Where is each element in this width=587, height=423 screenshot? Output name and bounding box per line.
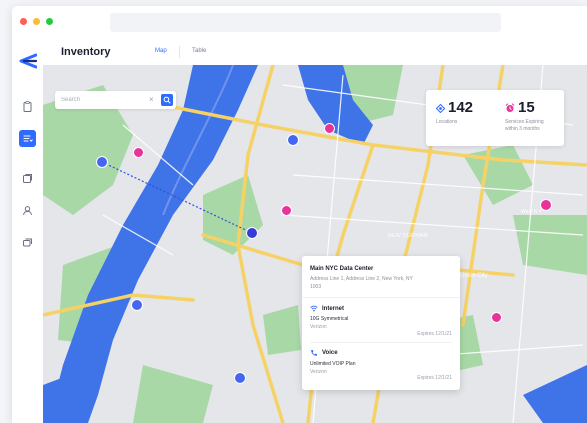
sidebar-item-clipboard[interactable]: [19, 98, 36, 115]
brand-chevron-logo[interactable]: [18, 52, 37, 69]
sidebar-item-users[interactable]: [19, 202, 36, 219]
service-plan: 10G Symmetrical: [310, 316, 349, 322]
phone-icon: [311, 350, 317, 356]
map-pin[interactable]: [281, 205, 292, 216]
list-icon: [23, 135, 33, 142]
tab-table[interactable]: Table: [192, 48, 206, 54]
map-pin[interactable]: [287, 134, 299, 146]
user-icon: [23, 206, 32, 216]
map-pin[interactable]: [540, 199, 552, 211]
map-label-new-durham: NEW DURHAM: [388, 233, 428, 239]
map-label-union-city: Union City: [460, 273, 488, 279]
map-search-box: ×: [55, 91, 176, 109]
sidebar-item-documents[interactable]: [19, 170, 36, 187]
expiring-count: 15: [518, 99, 535, 116]
service-plan: Unlimited VOIP Plan: [310, 361, 356, 367]
alarm-clock-icon: [505, 103, 515, 112]
card-divider: [302, 297, 460, 298]
minimize-window-button[interactable]: [33, 18, 40, 25]
browser-chrome: [12, 6, 587, 41]
service-divider: [310, 342, 452, 343]
locations-stat[interactable]: 142 Locations: [436, 100, 473, 126]
search-icon: [163, 96, 171, 104]
map-view[interactable]: NEW DURHAM Union City West N Y ×: [43, 65, 587, 423]
search-input[interactable]: [61, 94, 141, 106]
address-bar[interactable]: [110, 13, 501, 32]
location-address: Address Line 1, Address Line 2, New York…: [310, 276, 413, 290]
expiring-label: Services Expiring within 3 months: [505, 119, 544, 132]
page-title: Inventory: [61, 46, 111, 58]
app-window: Inventory Map Table NEW DURHAM Union Cit…: [12, 6, 587, 423]
search-button[interactable]: [161, 94, 173, 106]
map-pin-selected[interactable]: [246, 227, 258, 239]
service-type: Voice: [322, 350, 338, 356]
location-title: Main NYC Data Center: [310, 266, 374, 272]
documents-icon: [23, 174, 32, 183]
map-pin[interactable]: [96, 156, 108, 168]
locations-count: 142: [448, 99, 474, 116]
stats-panel: 142 Locations 15 Services Expiring withi…: [426, 90, 564, 146]
sidebar-item-chat[interactable]: [19, 234, 36, 251]
tab-map[interactable]: Map: [155, 48, 167, 54]
locations-label: Locations: [436, 119, 458, 125]
service-voice[interactable]: Voice Unlimited VOIP Plan Verizon Expire…: [310, 349, 452, 381]
map-pin[interactable]: [324, 123, 335, 134]
map-pin[interactable]: [234, 372, 246, 384]
page-header: Inventory Map Table: [43, 40, 587, 65]
map-label-west-ny: West N Y: [521, 209, 543, 215]
map-pin[interactable]: [491, 312, 502, 323]
service-internet[interactable]: Internet 10G Symmetrical Verizon Expires…: [310, 305, 452, 338]
wifi-icon: [310, 305, 318, 312]
tab-divider: [179, 46, 180, 58]
service-provider: Verizon: [310, 324, 327, 330]
map-pin[interactable]: [131, 299, 143, 311]
map-pin[interactable]: [133, 147, 144, 158]
close-window-button[interactable]: [20, 18, 27, 25]
service-expiry: Expires 12/1/21: [417, 375, 452, 381]
sidebar-item-list[interactable]: [19, 130, 36, 147]
service-expiry: Expires 12/1/21: [417, 331, 452, 337]
maximize-window-button[interactable]: [46, 18, 53, 25]
sidebar: [12, 40, 44, 423]
expiring-stat[interactable]: 15 Services Expiring within 3 months: [505, 100, 557, 133]
service-type: Internet: [322, 305, 345, 312]
location-detail-card: Main NYC Data Center Address Line 1, Add…: [302, 256, 460, 390]
location-target-icon: [436, 103, 445, 113]
clipboard-icon: [23, 101, 32, 112]
clear-search-button[interactable]: ×: [149, 94, 154, 106]
chat-icon: [23, 238, 32, 247]
